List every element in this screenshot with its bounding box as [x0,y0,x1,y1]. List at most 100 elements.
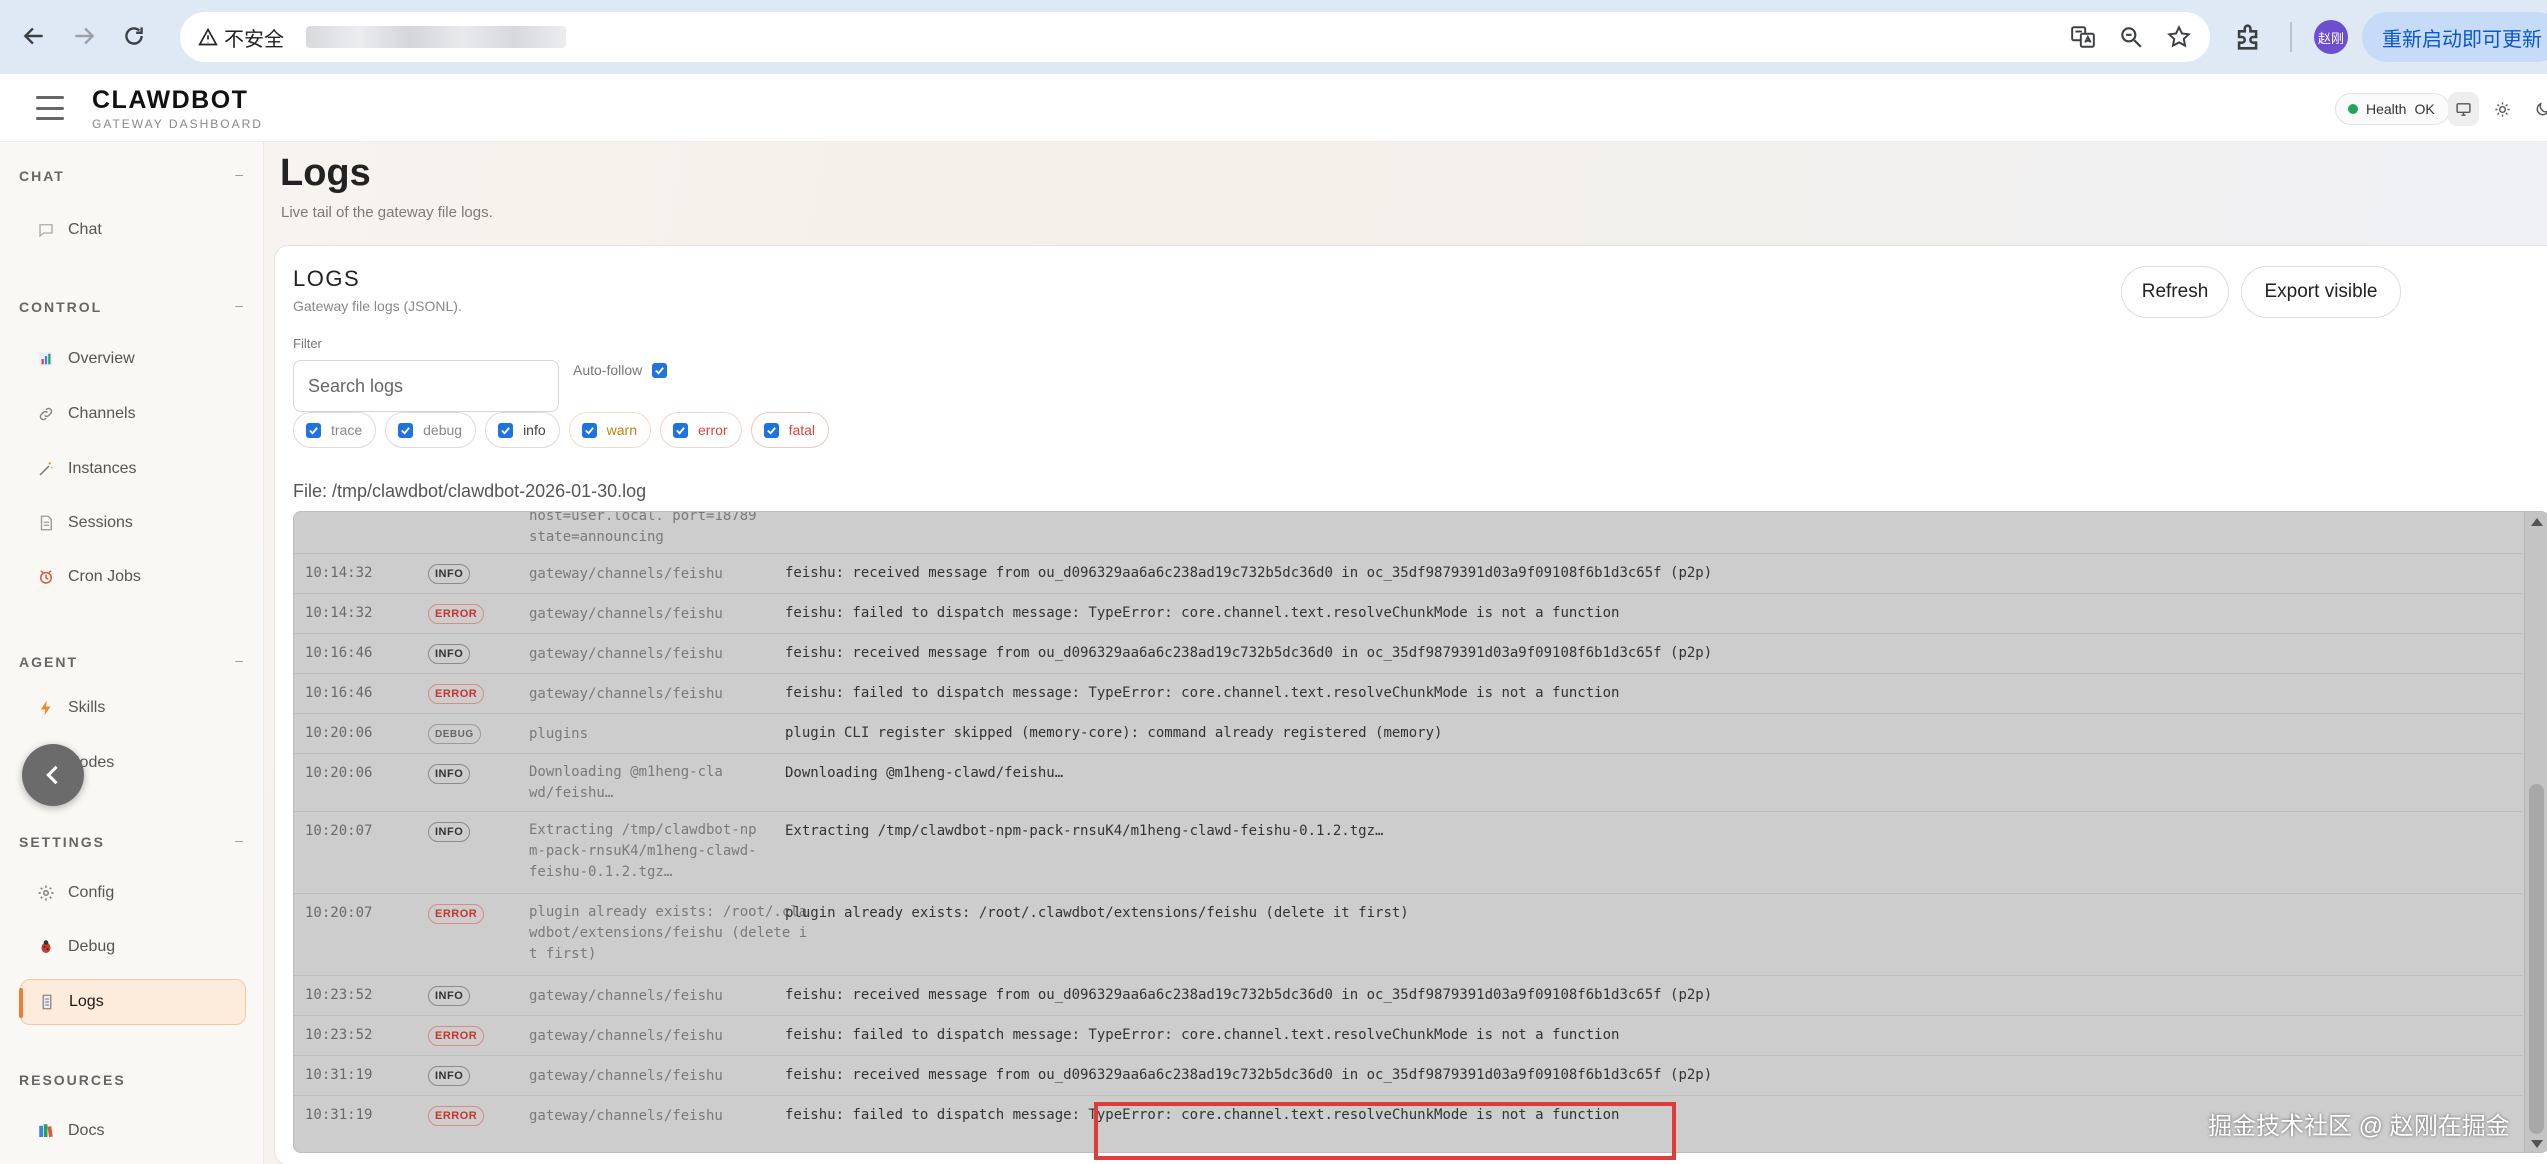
sidebar-item-chat[interactable]: Chat [20,207,246,253]
export-visible-button[interactable]: Export visible [2241,266,2401,318]
sidebar-item-debug[interactable]: Debug [20,924,246,970]
page-subtitle: Live tail of the gateway file logs. [281,204,493,221]
log-level-badge: INFO [428,986,471,1006]
level-filters: trace debug info warn error fatal [293,412,830,448]
level-chip-warn[interactable]: warn [568,412,651,448]
log-source: gateway/channels/feishu [529,566,723,582]
collapse-icon[interactable]: – [235,166,245,182]
theme-system-button[interactable] [2448,92,2480,126]
zoom-icon[interactable] [2118,24,2144,50]
log-source-line: host=user.local. port=18789 [529,511,757,524]
log-message: Extracting /tmp/clawdbot-npm-pack-rnsuK4… [785,823,1384,839]
log-source: Downloading @m1heng-clawd/feishu… [529,764,723,801]
sidebar-item-label: Chat [68,221,102,238]
log-file-path: File: /tmp/clawdbot/clawdbot-2026-01-30.… [293,481,647,501]
page-title: Logs [280,152,371,194]
level-checkbox[interactable] [763,422,779,438]
autofollow-checkbox[interactable] [652,362,668,378]
sidebar-item-config[interactable]: Config [20,870,246,916]
reload-icon[interactable] [114,16,154,56]
star-icon[interactable] [2166,24,2192,50]
main-content: Logs Live tail of the gateway file logs.… [264,142,2547,1164]
log-row: 10:23:52 ERROR gateway/channels/feishu f… [294,1016,2522,1056]
level-checkbox[interactable] [398,422,414,438]
log-level-badge: INFO [428,564,471,584]
watermark: 掘金技术社区 @ 赵刚在掘金 [2208,1113,2510,1140]
log-time: 10:20:07 [305,905,373,921]
log-scrollbar[interactable] [2524,512,2547,1152]
profile-avatar[interactable]: 赵刚 [2314,20,2348,54]
back-floating-button[interactable] [22,744,84,806]
level-checkbox[interactable] [673,422,688,438]
log-viewer[interactable]: host=user.local. port=18789 state=announ… [293,511,2547,1153]
level-label: debug [423,422,463,438]
sidebar-item-logs[interactable]: Logs [19,979,246,1025]
log-row: 10:20:06 INFO Downloading @m1heng-clawd/… [294,754,2522,812]
address-bar[interactable]: 不安全 [180,12,2210,62]
section-title-label: SETTINGS [19,834,106,850]
health-status-dot [2348,104,2358,114]
log-time: 10:16:46 [305,645,373,661]
forward-arrow-icon[interactable] [64,16,104,56]
sidebar-section-control[interactable]: CONTROL – [19,297,245,315]
scrollbar-thumb[interactable] [2529,784,2544,1134]
extensions-puzzle-icon[interactable] [2232,20,2266,54]
back-arrow-icon[interactable] [14,16,54,56]
sidebar-section-settings[interactable]: SETTINGS – [19,832,245,850]
section-title-label: CHAT [19,168,65,184]
sidebar-section-resources[interactable]: RESOURCES [19,1072,245,1088]
log-message: feishu: received message from ou_d096329… [785,1067,1713,1083]
sun-icon [2495,101,2511,117]
theme-light-button[interactable] [2487,92,2518,126]
level-chip-trace[interactable]: trace [293,412,377,448]
log-message: feishu: failed to dispatch message: Type… [785,685,1620,701]
menu-icon[interactable] [36,96,64,120]
level-checkbox[interactable] [581,422,597,438]
scroll-down-arrow-icon[interactable] [2531,1140,2543,1148]
collapse-icon[interactable]: – [235,297,245,313]
monitor-icon [2456,102,2471,116]
section-title-label: AGENT [19,654,78,670]
toolbar-separator [2290,22,2292,52]
autofollow-label: Auto-follow [573,362,643,378]
sidebar-section-chat[interactable]: CHAT – [19,166,245,184]
scroll-up-arrow-icon[interactable] [2531,518,2543,526]
sidebar-item-channels[interactable]: Channels [20,391,246,437]
translate-icon[interactable] [2070,24,2096,50]
sidebar-item-sessions[interactable]: Sessions [20,500,246,546]
collapse-icon[interactable]: – [235,652,245,668]
sidebar-item-docs[interactable]: Docs [20,1108,246,1154]
sidebar-item-cron-jobs[interactable]: Cron Jobs [20,554,246,600]
sidebar: CHAT – Chat CONTROL – Overview Channels … [0,142,264,1164]
sidebar-item-instances[interactable]: Instances [20,446,246,492]
level-chip-error[interactable]: error [660,412,742,448]
level-checkbox[interactable] [498,422,514,438]
log-level-badge: ERROR [428,684,485,704]
sidebar-item-skills[interactable]: Skills [20,685,246,731]
level-chip-fatal[interactable]: fatal [750,412,830,448]
search-input[interactable] [293,360,559,412]
log-source: gateway/channels/feishu [529,686,723,702]
level-chip-info[interactable]: info [485,412,560,448]
level-checkbox[interactable] [306,422,321,438]
refresh-button[interactable]: Refresh [2121,266,2229,318]
restart-update-button[interactable]: 重新启动即可更新 [2362,12,2547,62]
log-source: gateway/channels/feishu [529,1108,723,1124]
log-time: 10:31:19 [305,1107,373,1123]
log-message: plugin CLI register skipped (memory-core… [785,725,1443,741]
insecure-indicator[interactable]: 不安全 [198,23,284,52]
scroll-icon [37,992,57,1012]
sidebar-item-label: Debug [68,938,116,955]
logs-card: LOGS Gateway file logs (JSONL). Refresh … [274,245,2547,1164]
level-label: trace [331,422,363,438]
level-chip-debug[interactable]: debug [385,412,477,448]
theme-dark-button[interactable] [2527,92,2547,126]
sidebar-item-label: Logs [69,993,104,1010]
autofollow-toggle[interactable]: Auto-follow [573,362,668,378]
chevron-left-icon [46,765,58,785]
books-icon [36,1121,56,1141]
sidebar-section-agent[interactable]: AGENT – [19,652,245,670]
sidebar-item-overview[interactable]: Overview [20,336,246,382]
collapse-icon[interactable]: – [235,832,245,848]
document-icon [36,513,56,533]
